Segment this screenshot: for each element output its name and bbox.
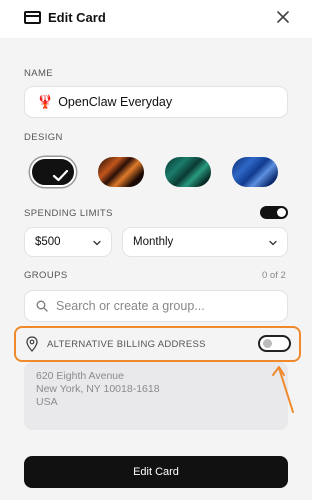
edit-card-button[interactable]: Edit Card [24,456,288,488]
check-icon [52,169,69,182]
close-icon[interactable] [276,10,290,24]
spending-limits-label: SPENDING LIMITS [24,208,113,219]
design-swatches [24,153,312,189]
billing-address-label: ALTERNATIVE BILLING ADDRESS [47,339,206,350]
address-line-1: 620 Eighth Avenue [36,370,124,382]
search-icon [36,300,48,312]
chevron-down-icon [93,240,101,246]
swatch-copper[interactable] [98,157,144,187]
group-search-input[interactable]: Search or create a group... [24,290,288,322]
swatch-sapphire[interactable] [232,157,278,187]
name-label: NAME [24,68,54,79]
group-search-placeholder: Search or create a group... [56,299,205,313]
chevron-down-icon [269,240,277,246]
credit-card-icon [24,11,41,24]
billing-address-toggle[interactable] [258,335,291,352]
period-select[interactable]: Monthly [122,227,288,257]
address-line-2: New York, NY 10018-1618 [36,383,160,395]
period-value: Monthly [133,236,174,248]
lobster-emoji: 🦞 [37,94,54,109]
location-pin-icon [26,336,38,352]
design-label: DESIGN [24,132,63,143]
spending-limits-toggle[interactable] [260,206,288,219]
card-name-value: OpenClaw Everyday [58,95,173,109]
groups-count: 0 of 2 [262,270,286,281]
amount-select[interactable]: $500 [24,227,112,257]
groups-label: GROUPS [24,270,68,281]
swatch-emerald[interactable] [165,157,211,187]
dialog-title: Edit Card [48,10,106,25]
address-line-3: USA [36,396,58,408]
amount-value: $500 [35,236,61,248]
dialog-header: Edit Card [0,0,312,38]
swatch-black[interactable] [30,157,76,187]
annotation-arrow-icon [272,366,294,413]
card-name-input[interactable]: 🦞 OpenClaw Everyday [24,86,288,118]
billing-address-block: 620 Eighth Avenue New York, NY 10018-161… [24,362,288,430]
